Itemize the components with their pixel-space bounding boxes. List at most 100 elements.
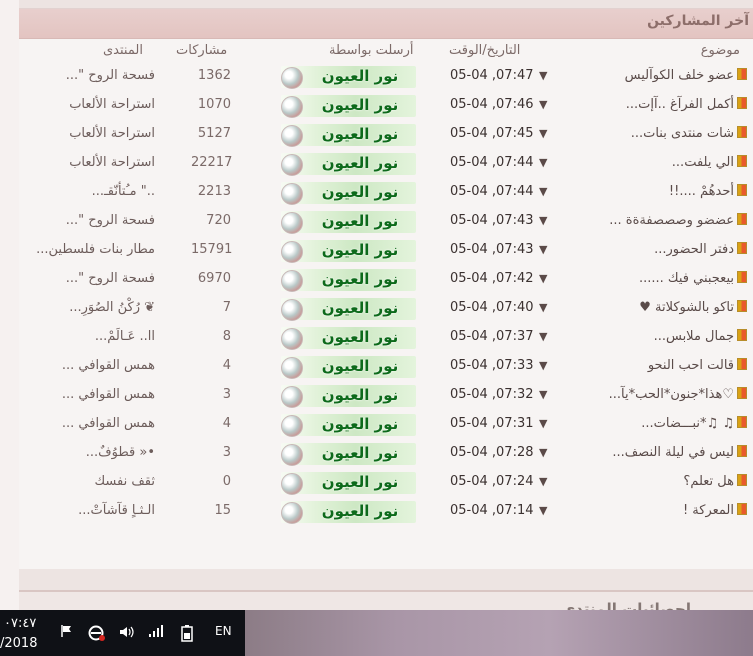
go-to-last-post-icon[interactable]: ▼ [539, 185, 547, 198]
go-to-last-post-icon[interactable]: ▼ [539, 388, 547, 401]
forum-link[interactable]: مطار بنات فلسطين... [36, 242, 155, 257]
go-to-last-post-icon[interactable]: ▼ [539, 69, 547, 82]
topic-cell[interactable]: ♫ ♫*نبـــضات... [641, 416, 747, 431]
forum-link[interactable]: •« قطوُفٌ... [86, 445, 155, 460]
forum-link[interactable]: استراحة الألعاب [69, 126, 155, 141]
topic-cell[interactable]: أكمل الفرآغ ..آإت... [626, 97, 747, 112]
topic-link[interactable]: ♫ ♫*نبـــضات... [641, 416, 734, 431]
topic-cell[interactable]: عضضو وصصصفةةة ... [609, 213, 747, 228]
sender-username-link[interactable]: نور العيون [311, 473, 409, 491]
go-to-last-post-icon[interactable]: ▼ [539, 156, 547, 169]
sender-cell[interactable]: نور العيون [281, 124, 416, 147]
sender-cell[interactable]: نور العيون [281, 356, 416, 379]
sender-username-link[interactable]: نور العيون [311, 444, 409, 462]
forum-link[interactable]: همس القوافي ... [62, 416, 155, 431]
sender-username-link[interactable]: نور العيون [311, 96, 409, 114]
forum-link[interactable]: استراحة الألعاب [69, 155, 155, 170]
sender-username-link[interactable]: نور العيون [311, 241, 409, 259]
sender-cell[interactable]: نور العيون [281, 269, 416, 292]
go-to-last-post-icon[interactable]: ▼ [539, 272, 547, 285]
topic-cell[interactable]: دفتر الحضور... [654, 242, 747, 257]
topic-cell[interactable]: قالت احب النحو [648, 358, 747, 373]
forum-link[interactable]: فسحة الروح "... [66, 68, 155, 83]
internet-explorer-icon[interactable] [88, 624, 106, 645]
go-to-last-post-icon[interactable]: ▼ [539, 98, 547, 111]
topic-link[interactable]: أكمل الفرآغ ..آإت... [626, 97, 734, 112]
topic-cell[interactable]: جمال ملابس... [654, 329, 747, 344]
sender-username-link[interactable]: نور العيون [311, 415, 409, 433]
sender-username-link[interactable]: نور العيون [311, 502, 409, 520]
topic-link[interactable]: عضو خلف الكوآليس [625, 68, 734, 83]
forum-link[interactable]: فسحة الروح "... [66, 213, 155, 228]
forum-link[interactable]: همس القوافي ... [62, 387, 155, 402]
sender-cell[interactable]: نور العيون [281, 327, 416, 350]
go-to-last-post-icon[interactable]: ▼ [539, 504, 547, 517]
sender-cell[interactable]: نور العيون [281, 298, 416, 321]
topic-link[interactable]: تاكو بالشوكلاتة ♥ [639, 300, 734, 315]
topic-cell[interactable]: ليس في ليلة النصف... [612, 445, 747, 460]
sender-cell[interactable]: نور العيون [281, 472, 416, 495]
topic-link[interactable]: ♡هذا*جنون*الحب*يآ... [609, 387, 734, 402]
topic-cell[interactable]: الي يلفت... [672, 155, 747, 170]
go-to-last-post-icon[interactable]: ▼ [539, 446, 547, 459]
go-to-last-post-icon[interactable]: ▼ [539, 475, 547, 488]
topic-cell[interactable]: تاكو بالشوكلاتة ♥ [639, 300, 747, 315]
topic-link[interactable]: هل تعلم؟ [683, 474, 734, 489]
topic-cell[interactable]: شات منتدى بنات... [631, 126, 747, 141]
sender-cell[interactable]: نور العيون [281, 182, 416, 205]
topic-link[interactable]: المعركة ! [683, 503, 734, 518]
topic-link[interactable]: قالت احب النحو [648, 358, 734, 373]
topic-cell[interactable]: المعركة ! [683, 503, 747, 518]
sender-username-link[interactable]: نور العيون [311, 357, 409, 375]
sender-username-link[interactable]: نور العيون [311, 183, 409, 201]
forum-link[interactable]: استراحة الألعاب [69, 97, 155, 112]
go-to-last-post-icon[interactable]: ▼ [539, 330, 547, 343]
topic-link[interactable]: عضضو وصصصفةةة ... [609, 213, 734, 228]
topic-cell[interactable]: عضو خلف الكوآليس [625, 68, 747, 83]
taskbar-clock-time[interactable]: ٠٧:٤٧ [4, 616, 36, 631]
sender-username-link[interactable]: نور العيون [311, 125, 409, 143]
sender-username-link[interactable]: نور العيون [311, 212, 409, 230]
sender-cell[interactable]: نور العيون [281, 240, 416, 263]
go-to-last-post-icon[interactable]: ▼ [539, 214, 547, 227]
sender-cell[interactable]: نور العيون [281, 414, 416, 437]
topic-link[interactable]: أحدهُمْ ....!! [669, 184, 734, 199]
sender-username-link[interactable]: نور العيون [311, 328, 409, 346]
sender-username-link[interactable]: نور العيون [311, 386, 409, 404]
speaker-icon[interactable] [118, 624, 136, 643]
sender-username-link[interactable]: نور العيون [311, 67, 409, 85]
topic-cell[interactable]: هل تعلم؟ [683, 474, 747, 489]
sender-cell[interactable]: نور العيون [281, 385, 416, 408]
sender-cell[interactable]: نور العيون [281, 66, 416, 89]
language-indicator[interactable]: EN [215, 624, 232, 638]
sender-username-link[interactable]: نور العيون [311, 154, 409, 172]
go-to-last-post-icon[interactable]: ▼ [539, 301, 547, 314]
topic-link[interactable]: بيعجبني فيك ...... [639, 271, 734, 286]
forum-link[interactable]: الـثـاٍ قآشآتْ... [78, 503, 155, 518]
sender-cell[interactable]: نور العيون [281, 211, 416, 234]
sender-cell[interactable]: نور العيون [281, 95, 416, 118]
topic-link[interactable]: الي يلفت... [672, 155, 734, 170]
topic-cell[interactable]: بيعجبني فيك ...... [639, 271, 747, 286]
topic-cell[interactable]: أحدهُمْ ....!! [669, 184, 747, 199]
battery-icon[interactable] [178, 624, 196, 645]
forum-link[interactable]: .." مـُتأنّقـ... [92, 184, 155, 199]
network-signal-icon[interactable] [148, 624, 164, 641]
forum-link[interactable]: فسحة الروح "... [66, 271, 155, 286]
flag-icon[interactable] [60, 624, 74, 641]
topic-link[interactable]: شات منتدى بنات... [631, 126, 734, 141]
go-to-last-post-icon[interactable]: ▼ [539, 417, 547, 430]
topic-cell[interactable]: ♡هذا*جنون*الحب*يآ... [609, 387, 747, 402]
taskbar-clock-date[interactable]: /2018 [0, 636, 37, 651]
topic-link[interactable]: دفتر الحضور... [654, 242, 734, 257]
go-to-last-post-icon[interactable]: ▼ [539, 243, 547, 256]
sender-username-link[interactable]: نور العيون [311, 270, 409, 288]
go-to-last-post-icon[interactable]: ▼ [539, 359, 547, 372]
sender-cell[interactable]: نور العيون [281, 153, 416, 176]
sender-username-link[interactable]: نور العيون [311, 299, 409, 317]
forum-link[interactable]: ❦ رُكْنُ الصُوَرِ... [69, 300, 155, 315]
sender-cell[interactable]: نور العيون [281, 501, 416, 524]
forum-link[interactable]: ثقف نفسك [94, 474, 155, 489]
forum-link[interactable]: اا.. عَـالَمْ... [95, 329, 155, 344]
forum-link[interactable]: همس القوافي ... [62, 358, 155, 373]
